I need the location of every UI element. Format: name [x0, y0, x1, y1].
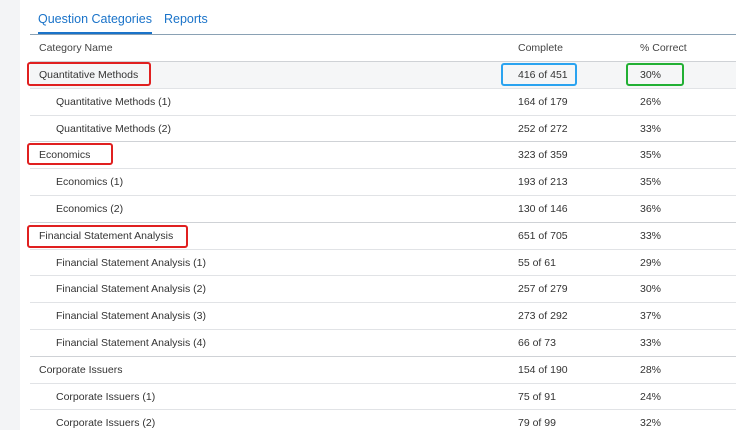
table-row[interactable]: Quantitative Methods (2) 252 of 272 33% — [30, 114, 736, 142]
correct-cell: 33% — [640, 337, 662, 349]
category-name-cell: Financial Statement Analysis (1) — [56, 256, 206, 269]
complete-cell: 130 of 146 — [518, 203, 568, 215]
complete-cell: 79 of 99 — [518, 417, 556, 430]
category-name-cell: Financial Statement Analysis (2) — [56, 283, 206, 296]
table-row[interactable]: Economics (2) 130 of 146 36% — [30, 195, 736, 222]
category-name-cell: Quantitative Methods (1) — [56, 95, 171, 108]
correct-cell: 33% — [640, 122, 662, 135]
table-row[interactable]: Corporate Issuers (1) 75 of 91 24% — [30, 382, 736, 410]
correct-cell: 32% — [640, 417, 662, 430]
category-name-cell: Corporate Issuers (1) — [56, 390, 156, 403]
table-row[interactable]: Financial Statement Analysis (2) 257 of 2… — [30, 275, 736, 302]
category-name-cell: Quantitative Methods — [39, 69, 139, 81]
table-row[interactable]: Financial Statement Analysis 651 of 705 33… — [30, 221, 736, 249]
tab-question-categories[interactable]: Question Categories — [38, 12, 152, 34]
complete-cell: 164 of 179 — [518, 95, 568, 108]
complete-cell: 66 of 73 — [518, 337, 556, 349]
category-name-cell: Financial Statement Analysis (3) — [56, 310, 206, 323]
table-row[interactable]: Quantitative Methods 416 of 451 30% — [30, 61, 736, 88]
column-header-correct[interactable]: % Correct — [640, 42, 687, 54]
table-row[interactable]: Corporate Issuers 154 of 190 28% — [30, 355, 736, 383]
complete-cell: 323 of 359 — [518, 149, 568, 162]
category-name-cell: Financial Statement Analysis (4) — [56, 337, 206, 349]
complete-cell: 416 of 451 — [518, 69, 568, 81]
complete-cell: 193 of 213 — [518, 176, 568, 189]
complete-cell: 55 of 61 — [518, 256, 556, 269]
table-row[interactable]: Corporate Issuers (2) 79 of 99 32% — [30, 409, 736, 430]
correct-cell: 33% — [640, 229, 662, 242]
complete-cell: 154 of 190 — [518, 363, 568, 376]
complete-cell: 252 of 272 — [518, 122, 568, 135]
correct-cell: 26% — [640, 95, 662, 108]
correct-cell: 29% — [640, 256, 662, 269]
correct-cell: 24% — [640, 390, 662, 403]
correct-cell: 36% — [640, 203, 662, 215]
complete-cell: 273 of 292 — [518, 310, 568, 323]
category-name-cell: Economics (1) — [56, 176, 124, 189]
complete-cell: 257 of 279 — [518, 283, 568, 296]
category-name-cell: Economics (2) — [56, 203, 124, 215]
table-row[interactable]: Financial Statement Analysis (1) 55 of 61… — [30, 248, 736, 276]
table-row[interactable]: Financial Statement Analysis (3) 273 of 2… — [30, 302, 736, 329]
table-row[interactable]: Economics 323 of 359 35% — [30, 141, 736, 168]
correct-cell: 28% — [640, 363, 662, 376]
tab-reports[interactable]: Reports — [164, 12, 208, 26]
column-header-category-name[interactable]: Category Name — [39, 42, 113, 54]
category-name-cell: Economics — [39, 149, 91, 162]
correct-cell: 30% — [640, 283, 662, 296]
category-name-cell: Quantitative Methods (2) — [56, 122, 171, 135]
correct-cell: 30% — [640, 69, 662, 81]
table-header: Category Name Complete % Correct — [20, 34, 736, 61]
category-panel: Question Categories Reports Category Nam… — [20, 0, 736, 430]
category-name-cell: Corporate Issuers — [39, 363, 123, 376]
table-row[interactable]: Financial Statement Analysis (4) 66 of 73… — [30, 329, 736, 356]
complete-cell: 651 of 705 — [518, 229, 568, 242]
category-name-cell: Corporate Issuers (2) — [56, 417, 156, 430]
category-name-cell: Financial Statement Analysis — [39, 229, 174, 242]
correct-cell: 37% — [640, 310, 662, 323]
complete-cell: 75 of 91 — [518, 390, 556, 403]
correct-cell: 35% — [640, 176, 662, 189]
column-header-complete[interactable]: Complete — [518, 42, 563, 54]
table-row[interactable]: Economics (1) 193 of 213 35% — [30, 168, 736, 195]
table-row[interactable]: Quantitative Methods (1) 164 of 179 26% — [30, 87, 736, 115]
tab-bar: Question Categories Reports — [30, 6, 736, 35]
correct-cell: 35% — [640, 149, 662, 162]
